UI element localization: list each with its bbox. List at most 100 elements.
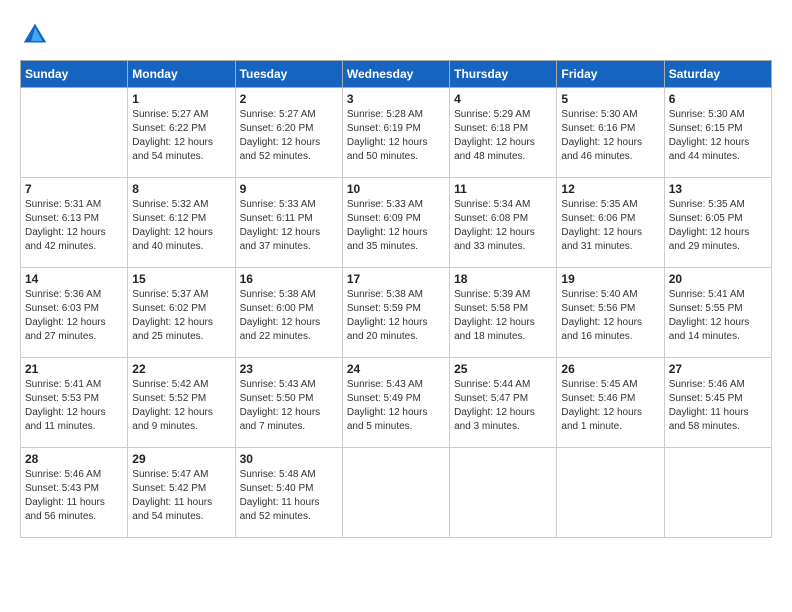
day-number: 29 [132,452,230,466]
day-info: Sunrise: 5:36 AMSunset: 6:03 PMDaylight:… [25,288,123,344]
calendar-day-cell: 6 Sunrise: 5:30 AMSunset: 6:15 PMDaylight… [664,88,771,178]
calendar-day-cell: 5 Sunrise: 5:30 AMSunset: 6:16 PMDaylight… [557,88,664,178]
page-header [20,20,772,50]
calendar-day-cell: 23 Sunrise: 5:43 AMSunset: 5:50 PMDayligh… [235,358,342,448]
calendar-weekday: Friday [557,61,664,88]
calendar-day-cell: 12 Sunrise: 5:35 AMSunset: 6:06 PMDayligh… [557,178,664,268]
day-number: 3 [347,92,445,106]
calendar-day-cell: 19Sunrise: 5:40 AMSunset: 5:56 PMDayligh… [557,268,664,358]
day-number: 25 [454,362,552,376]
day-info: Sunrise: 5:29 AMSunset: 6:18 PMDaylight:… [454,108,552,164]
day-info: Sunrise: 5:41 AMSunset: 5:53 PMDaylight:… [25,378,123,434]
day-info: Sunrise: 5:35 AMSunset: 6:06 PMDaylight:… [561,198,659,254]
day-info: Sunrise: 5:38 AMSunset: 5:59 PMDaylight:… [347,288,445,344]
day-number: 20 [669,272,767,286]
calendar-day-cell: 26 Sunrise: 5:45 AMSunset: 5:46 PMDayligh… [557,358,664,448]
calendar-week-row: 28 Sunrise: 5:46 AMSunset: 5:43 PMDayligh… [21,448,772,538]
day-number: 14 [25,272,123,286]
day-info: Sunrise: 5:33 AMSunset: 6:09 PMDaylight:… [347,198,445,254]
day-info: Sunrise: 5:34 AMSunset: 6:08 PMDaylight:… [454,198,552,254]
calendar-weekday: Thursday [450,61,557,88]
calendar-day-cell: 22 Sunrise: 5:42 AMSunset: 5:52 PMDayligh… [128,358,235,448]
calendar-day-cell [557,448,664,538]
calendar-day-cell: 9 Sunrise: 5:33 AMSunset: 6:11 PMDaylight… [235,178,342,268]
day-info: Sunrise: 5:48 AMSunset: 5:40 PMDaylight:… [240,468,338,524]
day-number: 18 [454,272,552,286]
calendar-day-cell: 28 Sunrise: 5:46 AMSunset: 5:43 PMDayligh… [21,448,128,538]
day-info: Sunrise: 5:35 AMSunset: 6:05 PMDaylight:… [669,198,767,254]
calendar-day-cell: 15 Sunrise: 5:37 AMSunset: 6:02 PMDayligh… [128,268,235,358]
day-info: Sunrise: 5:33 AMSunset: 6:11 PMDaylight:… [240,198,338,254]
day-info: Sunrise: 5:27 AMSunset: 6:22 PMDaylight:… [132,108,230,164]
calendar-day-cell: 4 Sunrise: 5:29 AMSunset: 6:18 PMDaylight… [450,88,557,178]
calendar-day-cell: 21 Sunrise: 5:41 AMSunset: 5:53 PMDayligh… [21,358,128,448]
day-info: Sunrise: 5:44 AMSunset: 5:47 PMDaylight:… [454,378,552,434]
calendar-day-cell: 13Sunrise: 5:35 AMSunset: 6:05 PMDayligh… [664,178,771,268]
day-number: 30 [240,452,338,466]
calendar-weekday: Tuesday [235,61,342,88]
day-info: Sunrise: 5:27 AMSunset: 6:20 PMDaylight:… [240,108,338,164]
day-number: 7 [25,182,123,196]
calendar-day-cell [21,88,128,178]
day-info: Sunrise: 5:43 AMSunset: 5:49 PMDaylight:… [347,378,445,434]
day-info: Sunrise: 5:30 AMSunset: 6:15 PMDaylight:… [669,108,767,164]
day-info: Sunrise: 5:30 AMSunset: 6:16 PMDaylight:… [561,108,659,164]
day-number: 8 [132,182,230,196]
day-number: 15 [132,272,230,286]
calendar-weekday: Monday [128,61,235,88]
day-info: Sunrise: 5:39 AMSunset: 5:58 PMDaylight:… [454,288,552,344]
calendar-day-cell: 1 Sunrise: 5:27 AMSunset: 6:22 PMDaylight… [128,88,235,178]
calendar-week-row: 7 Sunrise: 5:31 AMSunset: 6:13 PMDaylight… [21,178,772,268]
calendar-day-cell: 11 Sunrise: 5:34 AMSunset: 6:08 PMDayligh… [450,178,557,268]
day-info: Sunrise: 5:43 AMSunset: 5:50 PMDaylight:… [240,378,338,434]
calendar-weekday: Wednesday [342,61,449,88]
calendar-weekday: Saturday [664,61,771,88]
day-number: 23 [240,362,338,376]
day-number: 28 [25,452,123,466]
calendar-day-cell: 10 Sunrise: 5:33 AMSunset: 6:09 PMDayligh… [342,178,449,268]
calendar-day-cell: 16Sunrise: 5:38 AMSunset: 6:00 PMDayligh… [235,268,342,358]
calendar-day-cell: 30 Sunrise: 5:48 AMSunset: 5:40 PMDayligh… [235,448,342,538]
day-number: 17 [347,272,445,286]
day-number: 26 [561,362,659,376]
calendar-day-cell: 2 Sunrise: 5:27 AMSunset: 6:20 PMDaylight… [235,88,342,178]
calendar-day-cell: 18 Sunrise: 5:39 AMSunset: 5:58 PMDayligh… [450,268,557,358]
day-info: Sunrise: 5:40 AMSunset: 5:56 PMDaylight:… [561,288,659,344]
calendar-day-cell [450,448,557,538]
day-info: Sunrise: 5:46 AMSunset: 5:45 PMDaylight:… [669,378,767,434]
day-number: 11 [454,182,552,196]
calendar-day-cell: 20Sunrise: 5:41 AMSunset: 5:55 PMDayligh… [664,268,771,358]
day-number: 6 [669,92,767,106]
logo-icon [20,20,50,50]
day-number: 21 [25,362,123,376]
day-number: 12 [561,182,659,196]
calendar-day-cell: 14 Sunrise: 5:36 AMSunset: 6:03 PMDayligh… [21,268,128,358]
day-number: 2 [240,92,338,106]
day-number: 1 [132,92,230,106]
day-info: Sunrise: 5:31 AMSunset: 6:13 PMDaylight:… [25,198,123,254]
day-info: Sunrise: 5:28 AMSunset: 6:19 PMDaylight:… [347,108,445,164]
day-number: 10 [347,182,445,196]
calendar-day-cell: 17 Sunrise: 5:38 AMSunset: 5:59 PMDayligh… [342,268,449,358]
calendar-week-row: 1 Sunrise: 5:27 AMSunset: 6:22 PMDaylight… [21,88,772,178]
day-number: 22 [132,362,230,376]
day-info: Sunrise: 5:37 AMSunset: 6:02 PMDaylight:… [132,288,230,344]
day-number: 9 [240,182,338,196]
day-info: Sunrise: 5:32 AMSunset: 6:12 PMDaylight:… [132,198,230,254]
day-info: Sunrise: 5:47 AMSunset: 5:42 PMDaylight:… [132,468,230,524]
day-number: 4 [454,92,552,106]
day-number: 5 [561,92,659,106]
day-number: 16 [240,272,338,286]
calendar-day-cell: 7 Sunrise: 5:31 AMSunset: 6:13 PMDaylight… [21,178,128,268]
calendar-week-row: 14 Sunrise: 5:36 AMSunset: 6:03 PMDayligh… [21,268,772,358]
day-number: 27 [669,362,767,376]
calendar-table: SundayMondayTuesdayWednesdayThursdayFrid… [20,60,772,538]
calendar-week-row: 21 Sunrise: 5:41 AMSunset: 5:53 PMDayligh… [21,358,772,448]
day-info: Sunrise: 5:45 AMSunset: 5:46 PMDaylight:… [561,378,659,434]
day-info: Sunrise: 5:46 AMSunset: 5:43 PMDaylight:… [25,468,123,524]
day-info: Sunrise: 5:42 AMSunset: 5:52 PMDaylight:… [132,378,230,434]
logo [20,20,54,50]
calendar-day-cell: 3 Sunrise: 5:28 AMSunset: 6:19 PMDaylight… [342,88,449,178]
calendar-day-cell: 27 Sunrise: 5:46 AMSunset: 5:45 PMDayligh… [664,358,771,448]
calendar-header-row: SundayMondayTuesdayWednesdayThursdayFrid… [21,61,772,88]
